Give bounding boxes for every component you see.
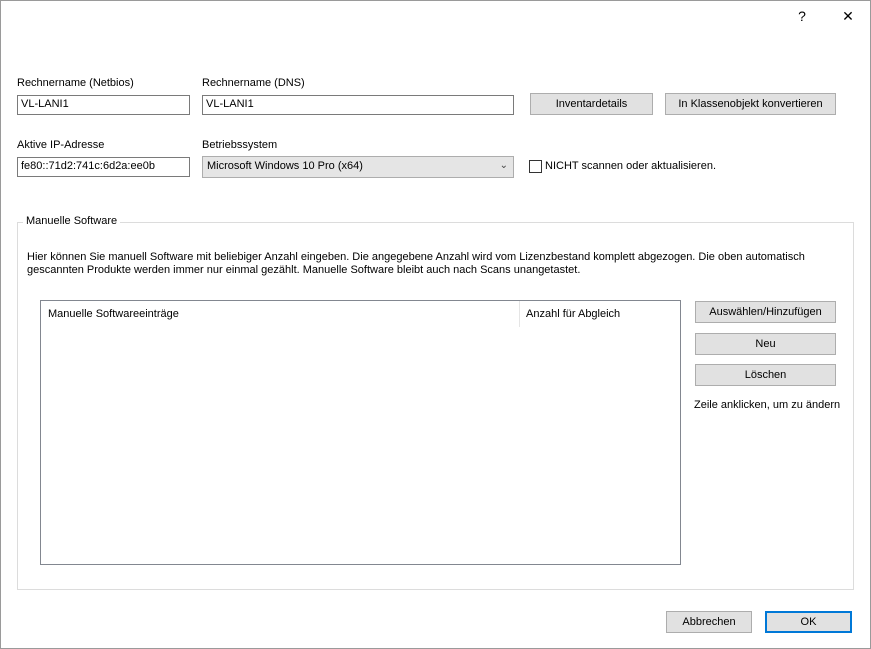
dns-field[interactable]: VL-LANI1 (202, 95, 514, 115)
ip-label: Aktive IP-Adresse (17, 139, 105, 151)
column-header-count[interactable]: Anzahl für Abgleich (519, 301, 679, 327)
no-scan-label: NICHT scannen oder aktualisieren. (545, 160, 716, 172)
chevron-down-icon: ⌄ (499, 160, 508, 171)
close-button[interactable]: ✕ (826, 1, 870, 31)
ip-field[interactable]: fe80::71d2:741c:6d2a:ee0b (17, 157, 190, 177)
ok-button[interactable]: OK (765, 611, 852, 633)
no-scan-checkbox[interactable] (529, 160, 542, 173)
netbios-label: Rechnername (Netbios) (17, 77, 134, 89)
os-label: Betriebssystem (202, 139, 278, 151)
dns-label: Rechnername (DNS) (202, 77, 305, 89)
close-icon: ✕ (842, 7, 854, 24)
convert-class-object-button[interactable]: In Klassenobjekt konvertieren (665, 93, 836, 115)
edit-hint: Zeile anklicken, um zu ändern (694, 399, 841, 411)
delete-button[interactable]: Löschen (695, 364, 836, 386)
description-line-1: Hier können Sie manuell Software mit bel… (27, 251, 805, 263)
help-button[interactable]: ? (780, 1, 824, 31)
manual-software-group-title: Manuelle Software (23, 215, 121, 227)
os-select-value: Microsoft Windows 10 Pro (x64) (207, 160, 363, 172)
description-line-2: gescannten Produkte werden immer nur ein… (27, 264, 581, 276)
select-add-button[interactable]: Auswählen/Hinzufügen (695, 301, 836, 323)
title-bar: ? ✕ (1, 1, 870, 31)
os-select[interactable]: Microsoft Windows 10 Pro (x64) ⌄ (202, 156, 514, 178)
dialog-window: ? ✕ Rechnername (Netbios) VL-LANI1 Rechn… (0, 0, 871, 649)
list-header: Manuelle Softwareeinträge Anzahl für Abg… (41, 301, 680, 327)
manual-software-list[interactable]: Manuelle Softwareeinträge Anzahl für Abg… (40, 300, 681, 565)
column-header-entries[interactable]: Manuelle Softwareeinträge (41, 301, 519, 327)
inventory-details-button[interactable]: Inventardetails (530, 93, 653, 115)
netbios-field[interactable]: VL-LANI1 (17, 95, 190, 115)
cancel-button[interactable]: Abbrechen (666, 611, 752, 633)
new-button[interactable]: Neu (695, 333, 836, 355)
dialog-content: Rechnername (Netbios) VL-LANI1 Rechnerna… (1, 31, 870, 648)
